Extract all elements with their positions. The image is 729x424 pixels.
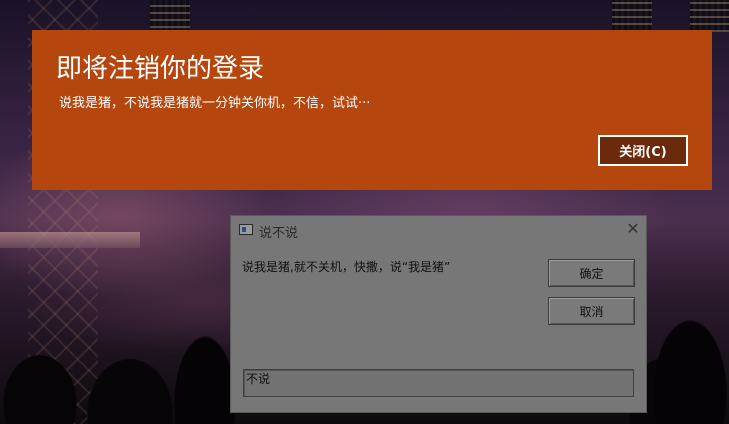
dialog-title: 说不说 <box>259 226 299 241</box>
close-icon[interactable]: ✕ <box>623 219 643 239</box>
cancel-button[interactable]: 取消 <box>548 297 635 325</box>
building <box>690 0 729 32</box>
logout-notification: 即将注销你的登录 说我是猪，不说我是猪就一分钟关你机，不信，试试··· 关闭(C… <box>32 30 712 190</box>
dialog-titlebar[interactable]: 说不说 ✕ <box>231 216 646 244</box>
bridge-deck <box>0 232 140 248</box>
notification-message: 说我是猪，不说我是猪就一分钟关你机，不信，试试··· <box>59 96 371 111</box>
answer-input[interactable]: 不说 <box>243 369 634 397</box>
notification-close-button[interactable]: 关闭(C) <box>598 135 688 166</box>
prompt-dialog: 说不说 ✕ 说我是猪,就不关机，快撒，说“我是猪” 确定 取消 不说 <box>230 215 647 413</box>
window-icon <box>239 224 253 235</box>
dialog-prompt: 说我是猪,就不关机，快撒，说“我是猪” <box>242 260 451 274</box>
ok-button[interactable]: 确定 <box>548 259 635 287</box>
notification-title: 即将注销你的登录 <box>56 54 265 84</box>
building <box>612 0 652 32</box>
